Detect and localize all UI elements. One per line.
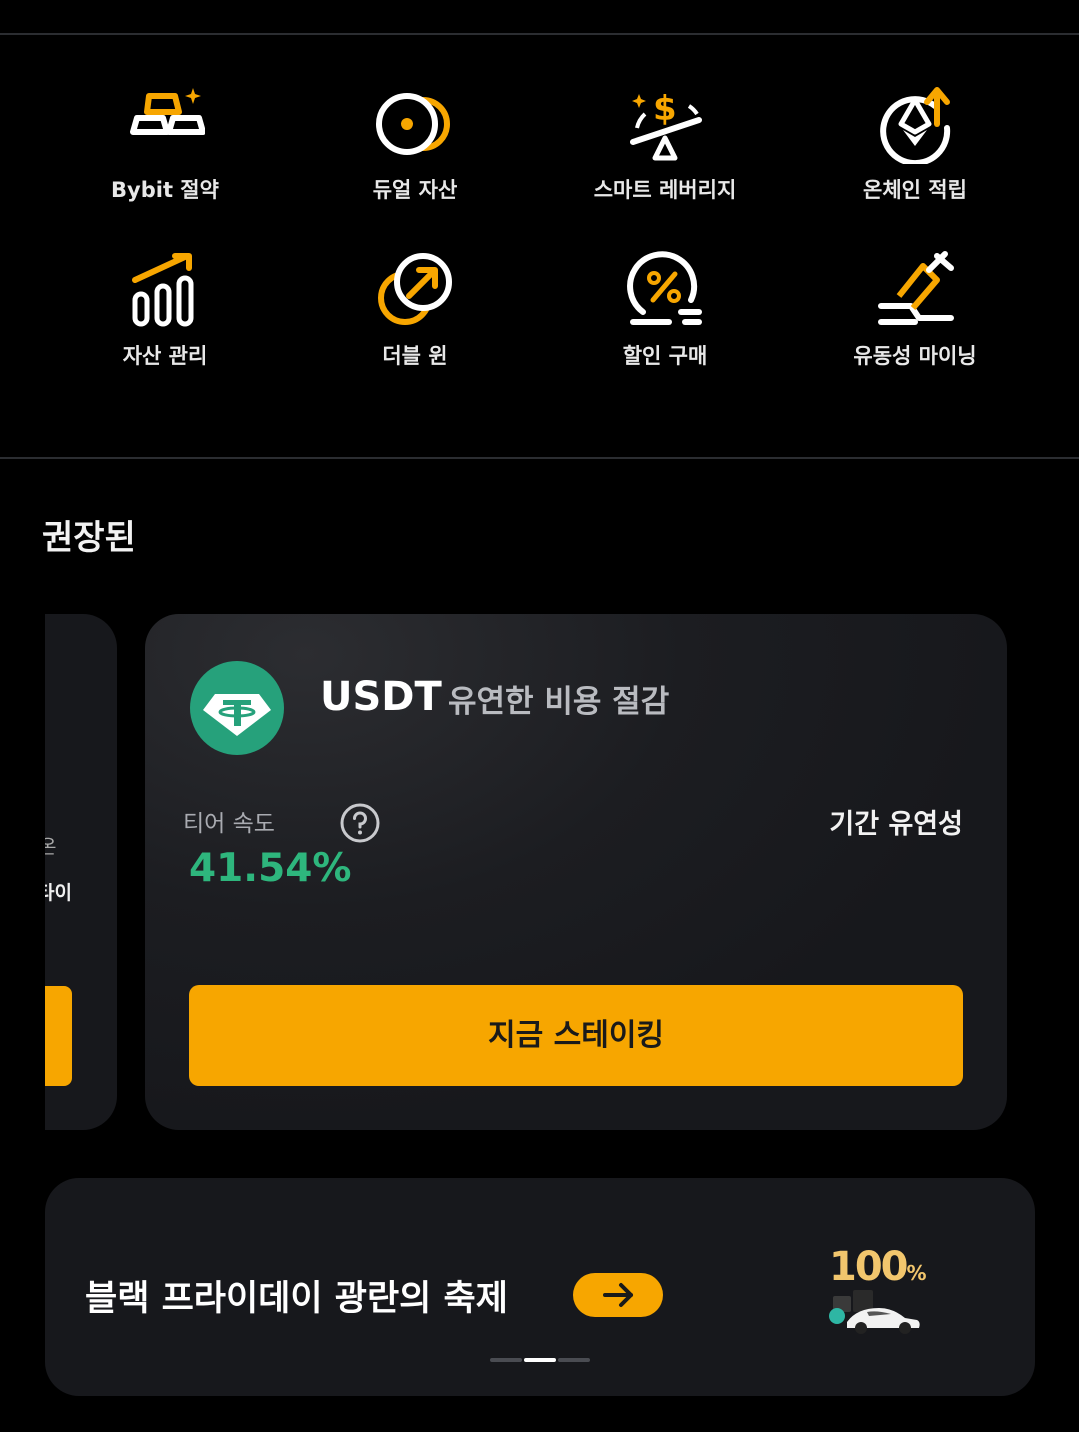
promo-number: 100 [829, 1244, 908, 1290]
banner-title: 블랙 프라이데이 광란의 축제 [85, 1279, 508, 1319]
menu-item-label: 자산 관리 [122, 344, 208, 368]
menu-item-bybit-savings[interactable]: Bybit 절약 [40, 80, 290, 220]
promo-percent: 100% [829, 1244, 927, 1290]
menu-item-dual-asset[interactable]: 듀얼 자산 [290, 80, 540, 220]
eth-earn-icon [880, 87, 951, 164]
double-win-icon [378, 253, 452, 325]
product-menu-grid: Bybit 절약 듀얼 자산 $ 스마트 레버리지 온체인 적립 자산 관리 더… [40, 80, 1040, 380]
menu-item-label: Bybit 절약 [111, 178, 219, 202]
peek-card-button[interactable] [45, 986, 72, 1086]
previous-product-card[interactable]: 온 타이 [45, 614, 117, 1130]
section-title-recommended: 권장된 [42, 518, 136, 558]
gold-bars-icon [130, 88, 205, 135]
section-divider [0, 457, 1079, 459]
menu-item-label: 스마트 레버리지 [593, 178, 737, 202]
arrow-right-icon [603, 1283, 633, 1307]
tier-rate-value: 41.54% [189, 846, 352, 891]
menu-item-label: 온체인 적립 [863, 178, 967, 202]
carousel-dot [558, 1358, 590, 1362]
carousel-dot-active [524, 1358, 556, 1362]
promo-car-illustration [829, 1290, 920, 1334]
usdt-product-card[interactable]: USDT 유연한 비용 절감 티어 속도 41.54% 기간 유연성 지금 스테… [145, 614, 1007, 1130]
peek-card-text: 타이 [45, 882, 72, 904]
banner-arrow-button[interactable] [573, 1273, 663, 1317]
question-icon[interactable] [339, 802, 381, 844]
dual-coins-icon [376, 93, 450, 155]
product-description: 유연한 비용 절감 [448, 684, 670, 720]
peek-card-text: 온 [45, 836, 57, 858]
menu-item-discount-buy[interactable]: 할인 구매 [540, 246, 790, 386]
stake-now-button[interactable]: 지금 스테이킹 [189, 985, 963, 1086]
menu-item-label: 더블 윈 [382, 344, 448, 368]
svg-text:$: $ [653, 89, 677, 129]
menu-item-asset-management[interactable]: 자산 관리 [40, 246, 290, 386]
menu-item-double-win[interactable]: 더블 윈 [290, 246, 540, 386]
promo-banner[interactable]: 블랙 프라이데이 광란의 축제 100% [45, 1178, 1035, 1396]
menu-item-smart-leverage[interactable]: $ 스마트 레버리지 [540, 80, 790, 220]
tier-rate-label: 티어 속도 [183, 811, 275, 837]
token-name: USDT [320, 674, 442, 720]
carousel-indicator [490, 1358, 590, 1362]
mining-pickaxe-icon [878, 251, 954, 325]
growth-bars-icon [132, 253, 194, 327]
menu-item-label: 할인 구매 [622, 344, 708, 368]
dollar-seesaw-icon: $ [630, 89, 702, 161]
promo-unit: % [906, 1261, 927, 1285]
menu-item-label: 듀얼 자산 [372, 178, 458, 202]
menu-item-onchain-earn[interactable]: 온체인 적립 [790, 80, 1040, 220]
tether-coin-icon [190, 661, 284, 755]
term-label: 기간 유연성 [829, 809, 963, 840]
menu-item-liquidity-mining[interactable]: 유동성 마이닝 [790, 246, 1040, 386]
top-divider [0, 33, 1079, 35]
discount-icon [627, 251, 702, 325]
carousel-dot [490, 1358, 522, 1362]
menu-item-label: 유동성 마이닝 [853, 344, 977, 368]
